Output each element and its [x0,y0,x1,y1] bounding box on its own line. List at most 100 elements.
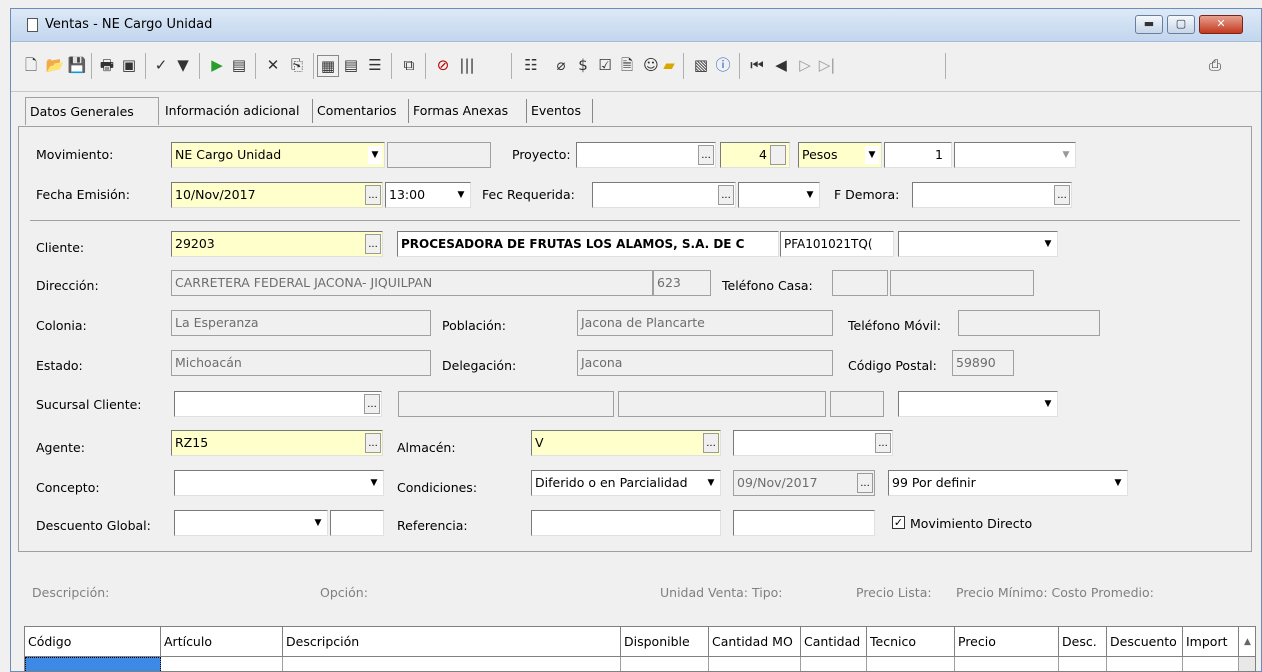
print-icon[interactable]: 🖶 [97,55,117,75]
almacen-extra-field[interactable]: ... [733,430,893,456]
column-header[interactable]: Cantidad [801,627,867,657]
grid-cell[interactable] [621,657,709,671]
money-icon[interactable]: $ [573,55,593,75]
bullets-icon[interactable]: ☷ [521,55,541,75]
descuento-global-select[interactable]: ▼ [174,510,328,536]
filter-icon[interactable]: ▼ [173,55,193,75]
cliente-label: Cliente: [36,240,85,255]
export-icon[interactable]: ⎙ [1205,55,1225,75]
grid-cell[interactable] [161,657,283,671]
column-header[interactable]: Tecnico [867,627,955,657]
condiciones-select[interactable]: Diferido o en Parcialidad ▼ [531,470,721,496]
column-header[interactable]: Precio [955,627,1059,657]
cfd-icon[interactable]: ▤ [229,55,249,75]
condiciones-extra-select[interactable]: 99 Por definir ▼ [888,470,1128,496]
tab-informacion-adicional[interactable]: Información adicional [161,99,313,123]
sucursal-select[interactable]: ▼ [898,391,1058,417]
column-header[interactable]: Desc. [1059,627,1107,657]
new-icon[interactable]: 🗋 [21,55,41,75]
proyecto-field[interactable]: ... [576,142,716,168]
last-icon[interactable]: ▷| [817,55,837,75]
moneda-select[interactable]: Pesos ▼ [798,142,882,168]
fecha-emision-field[interactable]: 10/Nov/2017... [171,182,383,208]
list-icon[interactable]: ☰ [365,55,385,75]
sucursal-field[interactable]: ... [174,391,382,417]
save-icon[interactable]: 💾 [67,55,87,75]
close-button[interactable]: ✕ [1199,15,1243,34]
open-icon[interactable]: 📂 [45,55,65,75]
grid-cell[interactable] [955,657,1059,671]
proyecto-num-lookup[interactable] [770,145,786,165]
hora-select[interactable]: 13:00 ▼ [385,182,471,208]
copy-doc-icon[interactable]: ⎘ [287,55,307,75]
column-header[interactable]: Cantidad MO [709,627,801,657]
column-header[interactable]: Descripción [283,627,621,657]
delete-icon[interactable]: ✕ [263,55,283,75]
condiciones-label: Condiciones: [397,480,478,495]
referencia-extra-field[interactable] [733,510,875,536]
clone-icon[interactable]: ⧉ [399,55,419,75]
chevron-down-icon: ▼ [803,186,817,204]
doc-icon[interactable]: 🗎 [617,55,637,75]
fec-requerida-field[interactable]: ... [592,182,736,208]
rfc-field: PFA101021TQ( [780,231,894,257]
cancel-icon[interactable]: ⊘ [433,55,453,75]
column-header[interactable]: Código [25,627,161,657]
chevron-down-icon: ▼ [1041,395,1055,413]
concepto-select[interactable]: ▼ [174,470,384,496]
play-icon[interactable]: ▶ [207,55,227,75]
scroll-up-icon[interactable]: ▲ [1239,627,1255,657]
column-header[interactable]: Descuento [1107,627,1183,657]
sucursal-cliente-label: Sucursal Cliente: [36,397,142,412]
tab-datos-generales[interactable]: Datos Generales [25,97,159,125]
almacen-field[interactable]: V... [531,430,721,456]
column-header[interactable]: Artículo [161,627,283,657]
maximize-button[interactable]: ▢ [1167,15,1195,34]
prev-icon[interactable]: ◀ [771,55,791,75]
cliente-extra-select[interactable]: ▼ [898,231,1058,257]
column-header[interactable]: Import [1183,627,1239,657]
movimiento-directo-checkbox[interactable]: ✓ [892,516,905,529]
grid-cell[interactable] [1107,657,1183,671]
fec-requerida-hora-select[interactable]: ▼ [738,182,820,208]
selected-cell[interactable] [25,657,161,671]
grid-cell[interactable] [283,657,621,671]
info-icon[interactable]: ⓘ [713,55,733,75]
tab-comentarios[interactable]: Comentarios [313,99,409,123]
items-grid[interactable]: Código Artículo Descripción Disponible C… [24,626,1256,672]
movimiento-select[interactable]: NE Cargo Unidad ▼ [171,142,385,168]
grid-icon[interactable]: ▦ [317,55,339,77]
title-bar[interactable]: Ventas - NE Cargo Unidad ▬ ▢ ✕ [11,9,1261,42]
agente-field[interactable]: RZ15... [171,430,383,456]
grid-cell[interactable] [801,657,867,671]
precio-lista-info-label: Precio Lista: [856,585,932,600]
colonia-field: La Esperanza [171,310,431,336]
first-icon[interactable]: ⏮ [747,55,767,75]
extra-select[interactable]: ▼ [954,142,1076,168]
props-icon[interactable]: ▧ [691,55,711,75]
check-icon[interactable]: ☑ [595,55,615,75]
folder-icon[interactable]: ▰ [659,55,679,75]
column-header[interactable]: Disponible [621,627,709,657]
grid-cell[interactable] [1059,657,1107,671]
grid-cell[interactable] [709,657,801,671]
grid-cell[interactable] [1183,657,1239,671]
barcode-icon[interactable]: ||| [457,55,477,75]
descuento-global-field[interactable] [330,510,384,536]
minimize-button[interactable]: ▬ [1135,15,1163,34]
codigo-postal-label: Código Postal: [848,358,937,373]
tab-formas-anexas[interactable]: Formas Anexas [409,99,527,123]
spell-icon[interactable]: ✓ [151,55,171,75]
form-icon[interactable]: ▤ [341,55,361,75]
users-icon[interactable]: ☺ [641,55,661,75]
scrollbar[interactable] [1239,657,1255,671]
preview-icon[interactable]: ▣ [119,55,139,75]
attach-icon[interactable]: ⌀ [551,55,571,75]
grid-cell[interactable] [867,657,955,671]
referencia-field[interactable] [531,510,721,536]
cliente-field[interactable]: 29203... [171,231,383,257]
f-demora-field[interactable]: ... [912,182,1072,208]
tab-eventos[interactable]: Eventos [527,99,593,123]
tipo-cambio-field[interactable]: 1 [884,142,952,168]
next-icon[interactable]: ▷ [795,55,815,75]
